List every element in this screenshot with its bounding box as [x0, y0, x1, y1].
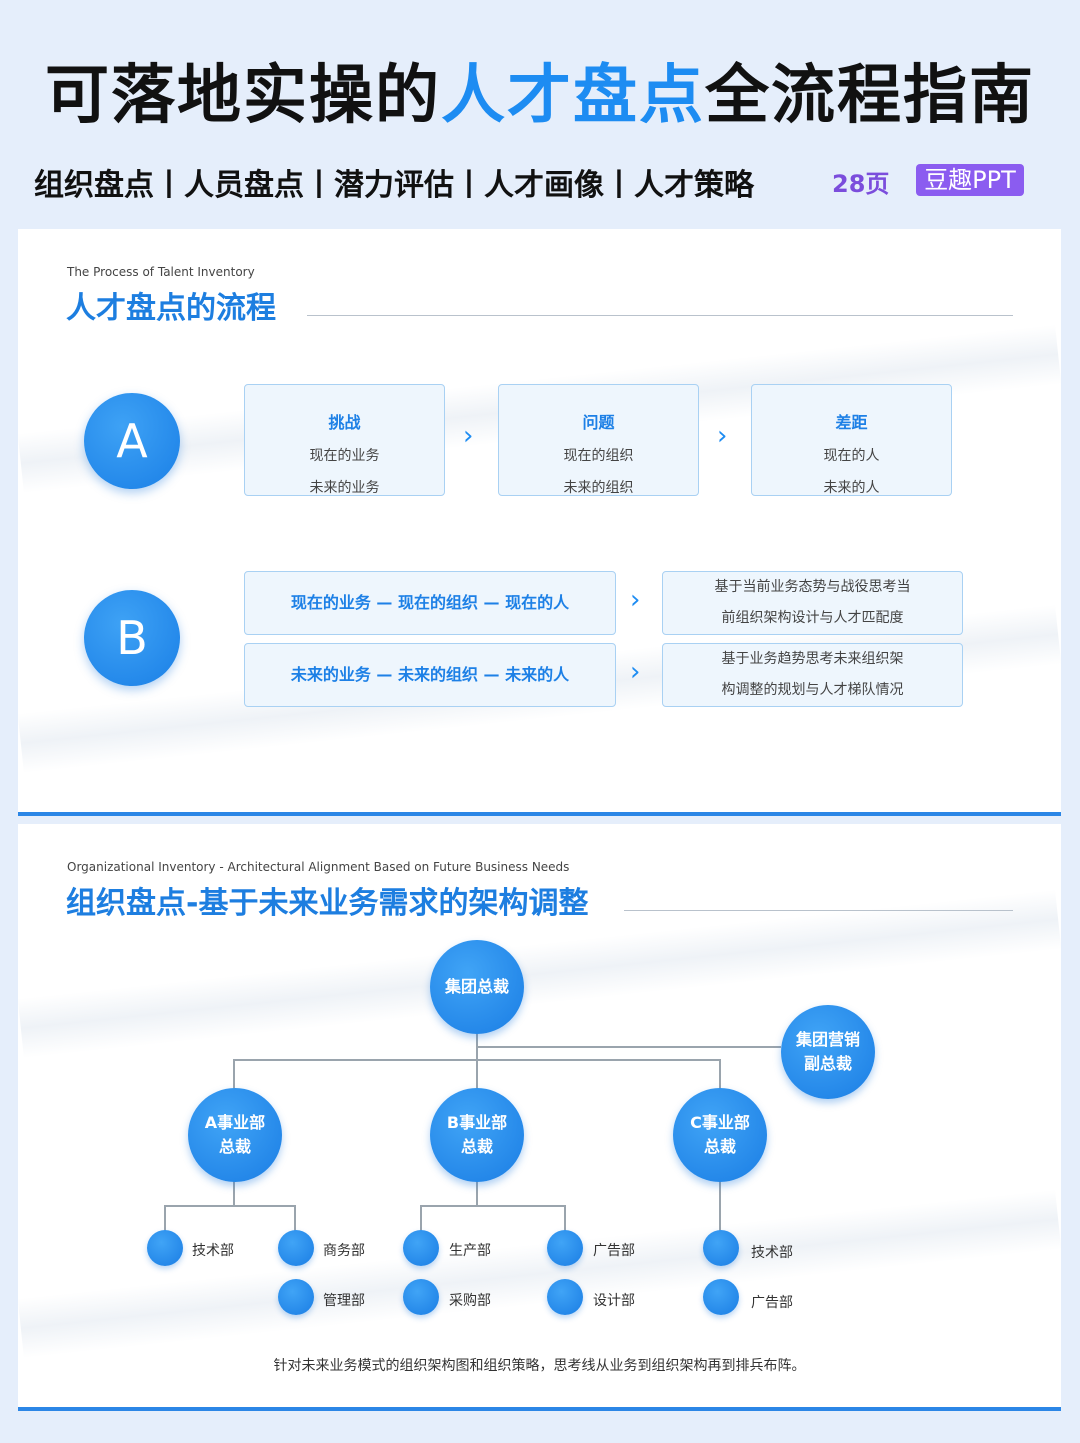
- connector-line: [564, 1205, 566, 1231]
- connector-line: [233, 1181, 235, 1205]
- section-title: 组织盘点-基于未来业务需求的架构调整: [66, 886, 589, 921]
- dept-label: 采购部: [449, 1293, 491, 1309]
- node-line: 副总裁: [803, 1054, 852, 1073]
- dept-dot: [278, 1230, 314, 1266]
- group-president-node: 集团总裁: [430, 940, 524, 1034]
- desc-line: 基于业务趋势思考未来组织架: [721, 651, 904, 667]
- connector-line: [233, 1059, 235, 1089]
- row-a-badge: A: [84, 393, 180, 489]
- dept-dot: [403, 1279, 439, 1315]
- caption-text: 针对未来业务模式的组织架构图和组织策略，思考线从业务到组织架构再到排兵布阵。: [273, 1358, 806, 1374]
- chevron-right-icon: ›: [717, 421, 728, 451]
- future-chain-box: 未来的业务 — 未来的组织 — 未来的人: [244, 643, 616, 707]
- title-part-2: 全流程指南: [705, 59, 1035, 133]
- future-desc-box: 基于业务趋势思考未来组织架 构调整的规划与人才梯队情况: [662, 643, 963, 707]
- box-line: 现在的组织: [563, 448, 634, 464]
- connector-line: [164, 1205, 295, 1207]
- page-count: 28页: [832, 170, 890, 198]
- dept-dot: [703, 1279, 739, 1315]
- connector-line: [476, 1181, 478, 1205]
- connector-line: [233, 1059, 720, 1061]
- dept-label: 商务部: [323, 1243, 365, 1259]
- connector-line: [476, 1046, 781, 1048]
- section-en-title: The Process of Talent Inventory: [67, 265, 255, 279]
- title-highlight: 人才盘点: [441, 59, 705, 133]
- process-panel: The Process of Talent Inventory 人才盘点的流程 …: [18, 229, 1061, 816]
- marketing-vp-node: 集团营销 副总裁: [781, 1005, 875, 1099]
- chevron-right-icon: ›: [630, 585, 641, 615]
- section-en-title: Organizational Inventory - Architectural…: [67, 860, 570, 874]
- node-line: B事业部: [446, 1113, 508, 1132]
- node-line: C事业部: [690, 1113, 750, 1132]
- connector-line: [719, 1181, 721, 1231]
- dept-label: 技术部: [192, 1243, 234, 1259]
- chevron-right-icon: ›: [630, 657, 641, 687]
- node-line: 总裁: [218, 1137, 251, 1156]
- connector-line: [420, 1205, 566, 1207]
- desc-line: 基于当前业务态势与战役思考当: [714, 579, 911, 595]
- connector-line: [476, 1034, 478, 1090]
- section-title: 人才盘点的流程: [66, 291, 276, 326]
- current-chain-box: 现在的业务 — 现在的组织 — 现在的人: [244, 571, 616, 635]
- desc-line: 前组织架构设计与人才匹配度: [721, 610, 904, 626]
- desc-line: 构调整的规划与人才梯队情况: [721, 682, 904, 698]
- subtitle: 组织盘点丨人员盘点丨潜力评估丨人才画像丨人才策略: [34, 168, 754, 203]
- org-panel: Organizational Inventory - Architectural…: [18, 824, 1061, 1411]
- chevron-right-icon: ›: [463, 421, 474, 451]
- connector-line: [420, 1205, 422, 1231]
- dept-label: 生产部: [449, 1243, 491, 1259]
- dept-label: 广告部: [751, 1295, 793, 1311]
- box-line: 现在的人: [823, 448, 880, 464]
- title-part-1: 可落地实操的: [45, 59, 441, 133]
- gap-box: 差距 现在的人 未来的人: [751, 384, 952, 496]
- decorative-band: [18, 1189, 1061, 1359]
- main-title: 可落地实操的人才盘点全流程指南: [0, 44, 1080, 136]
- node-line: A事业部: [204, 1113, 266, 1132]
- title-divider: [624, 910, 1013, 911]
- dept-label: 设计部: [593, 1293, 635, 1309]
- current-desc-box: 基于当前业务态势与战役思考当 前组织架构设计与人才匹配度: [662, 571, 963, 635]
- connector-line: [164, 1205, 166, 1231]
- dept-label: 广告部: [593, 1243, 635, 1259]
- node-line: 总裁: [460, 1137, 493, 1156]
- dept-label: 技术部: [751, 1245, 793, 1261]
- brand-badge: 豆趣PPT: [916, 164, 1024, 196]
- box-title: 挑战: [328, 413, 361, 432]
- dept-dot: [403, 1230, 439, 1266]
- connector-line: [719, 1059, 721, 1089]
- challenge-box: 挑战 现在的业务 未来的业务: [244, 384, 445, 496]
- dept-dot: [703, 1230, 739, 1266]
- box-title: 差距: [835, 413, 868, 432]
- dept-dot: [147, 1230, 183, 1266]
- row-b-badge: B: [84, 590, 180, 686]
- unit-b-node: B事业部 总裁: [430, 1088, 524, 1182]
- dept-dot: [547, 1279, 583, 1315]
- connector-line: [294, 1205, 296, 1231]
- dept-dot: [278, 1279, 314, 1315]
- node-line: 集团营销: [795, 1030, 860, 1049]
- box-line: 现在的业务: [309, 448, 380, 464]
- box-line: 未来的业务: [309, 480, 380, 496]
- dept-label: 管理部: [323, 1293, 365, 1309]
- problem-box: 问题 现在的组织 未来的组织: [498, 384, 699, 496]
- unit-c-node: C事业部 总裁: [673, 1088, 767, 1182]
- node-line: 总裁: [703, 1137, 736, 1156]
- dept-dot: [547, 1230, 583, 1266]
- title-divider: [307, 315, 1013, 316]
- box-line: 未来的人: [823, 480, 880, 496]
- box-title: 问题: [582, 413, 615, 432]
- box-line: 未来的组织: [563, 480, 634, 496]
- unit-a-node: A事业部 总裁: [188, 1088, 282, 1182]
